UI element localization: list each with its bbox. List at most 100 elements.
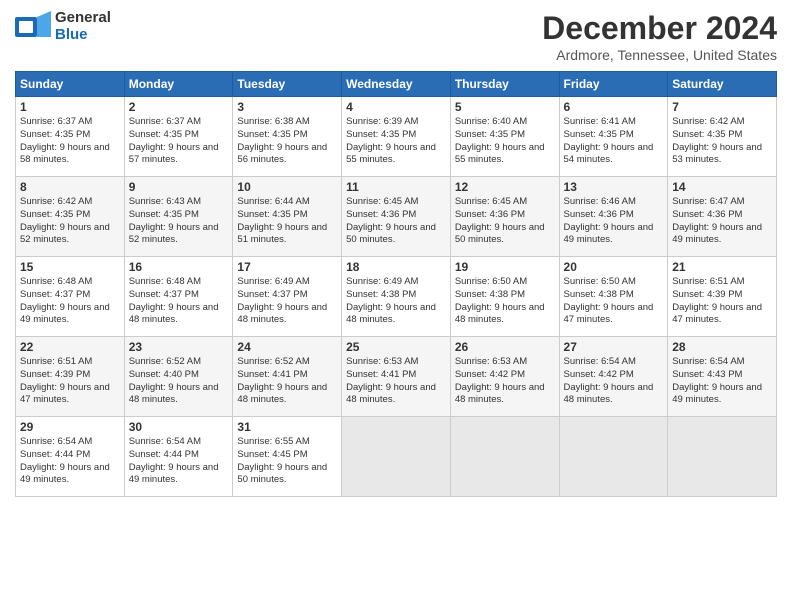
logo: General Blue <box>15 10 111 43</box>
cell-info: Sunrise: 6:41 AMSunset: 4:35 PMDaylight:… <box>564 116 654 165</box>
calendar-cell: 8 Sunrise: 6:42 AMSunset: 4:35 PMDayligh… <box>16 177 125 257</box>
calendar-cell: 25 Sunrise: 6:53 AMSunset: 4:41 PMDaylig… <box>342 337 451 417</box>
day-number: 30 <box>129 420 229 434</box>
day-number: 16 <box>129 260 229 274</box>
calendar-week-row: 22 Sunrise: 6:51 AMSunset: 4:39 PMDaylig… <box>16 337 777 417</box>
day-number: 5 <box>455 100 555 114</box>
cell-info: Sunrise: 6:42 AMSunset: 4:35 PMDaylight:… <box>20 196 110 245</box>
calendar-body: 1 Sunrise: 6:37 AMSunset: 4:35 PMDayligh… <box>16 97 777 497</box>
calendar-cell: 12 Sunrise: 6:45 AMSunset: 4:36 PMDaylig… <box>450 177 559 257</box>
cell-info: Sunrise: 6:53 AMSunset: 4:41 PMDaylight:… <box>346 356 436 405</box>
cell-info: Sunrise: 6:54 AMSunset: 4:44 PMDaylight:… <box>20 436 110 485</box>
calendar-cell: 17 Sunrise: 6:49 AMSunset: 4:37 PMDaylig… <box>233 257 342 337</box>
calendar-cell: 21 Sunrise: 6:51 AMSunset: 4:39 PMDaylig… <box>668 257 777 337</box>
day-number: 4 <box>346 100 446 114</box>
day-number: 31 <box>237 420 337 434</box>
day-number: 11 <box>346 180 446 194</box>
day-number: 1 <box>20 100 120 114</box>
calendar-cell: 22 Sunrise: 6:51 AMSunset: 4:39 PMDaylig… <box>16 337 125 417</box>
day-number: 24 <box>237 340 337 354</box>
calendar-table: Sunday Monday Tuesday Wednesday Thursday… <box>15 71 777 497</box>
day-number: 9 <box>129 180 229 194</box>
calendar-cell <box>450 417 559 497</box>
header-row: Sunday Monday Tuesday Wednesday Thursday… <box>16 72 777 97</box>
cell-info: Sunrise: 6:45 AMSunset: 4:36 PMDaylight:… <box>455 196 545 245</box>
cell-info: Sunrise: 6:54 AMSunset: 4:43 PMDaylight:… <box>672 356 762 405</box>
calendar-cell: 15 Sunrise: 6:48 AMSunset: 4:37 PMDaylig… <box>16 257 125 337</box>
calendar-cell: 19 Sunrise: 6:50 AMSunset: 4:38 PMDaylig… <box>450 257 559 337</box>
logo-blue: Blue <box>55 27 111 44</box>
cell-info: Sunrise: 6:45 AMSunset: 4:36 PMDaylight:… <box>346 196 436 245</box>
day-number: 19 <box>455 260 555 274</box>
day-number: 10 <box>237 180 337 194</box>
calendar-cell: 27 Sunrise: 6:54 AMSunset: 4:42 PMDaylig… <box>559 337 668 417</box>
cell-info: Sunrise: 6:47 AMSunset: 4:36 PMDaylight:… <box>672 196 762 245</box>
cell-info: Sunrise: 6:38 AMSunset: 4:35 PMDaylight:… <box>237 116 327 165</box>
calendar-cell: 14 Sunrise: 6:47 AMSunset: 4:36 PMDaylig… <box>668 177 777 257</box>
calendar-cell: 4 Sunrise: 6:39 AMSunset: 4:35 PMDayligh… <box>342 97 451 177</box>
calendar-cell: 9 Sunrise: 6:43 AMSunset: 4:35 PMDayligh… <box>124 177 233 257</box>
calendar-cell: 6 Sunrise: 6:41 AMSunset: 4:35 PMDayligh… <box>559 97 668 177</box>
col-monday: Monday <box>124 72 233 97</box>
cell-info: Sunrise: 6:46 AMSunset: 4:36 PMDaylight:… <box>564 196 654 245</box>
calendar-cell: 3 Sunrise: 6:38 AMSunset: 4:35 PMDayligh… <box>233 97 342 177</box>
day-number: 21 <box>672 260 772 274</box>
calendar-cell: 13 Sunrise: 6:46 AMSunset: 4:36 PMDaylig… <box>559 177 668 257</box>
calendar-cell <box>342 417 451 497</box>
cell-info: Sunrise: 6:48 AMSunset: 4:37 PMDaylight:… <box>20 276 110 325</box>
cell-info: Sunrise: 6:49 AMSunset: 4:37 PMDaylight:… <box>237 276 327 325</box>
cell-info: Sunrise: 6:37 AMSunset: 4:35 PMDaylight:… <box>129 116 219 165</box>
main-container: General Blue December 2024 Ardmore, Tenn… <box>0 0 792 507</box>
col-wednesday: Wednesday <box>342 72 451 97</box>
calendar-cell: 11 Sunrise: 6:45 AMSunset: 4:36 PMDaylig… <box>342 177 451 257</box>
calendar-cell: 1 Sunrise: 6:37 AMSunset: 4:35 PMDayligh… <box>16 97 125 177</box>
calendar-cell: 23 Sunrise: 6:52 AMSunset: 4:40 PMDaylig… <box>124 337 233 417</box>
day-number: 13 <box>564 180 664 194</box>
calendar-cell: 29 Sunrise: 6:54 AMSunset: 4:44 PMDaylig… <box>16 417 125 497</box>
cell-info: Sunrise: 6:52 AMSunset: 4:40 PMDaylight:… <box>129 356 219 405</box>
calendar-cell: 28 Sunrise: 6:54 AMSunset: 4:43 PMDaylig… <box>668 337 777 417</box>
calendar-week-row: 8 Sunrise: 6:42 AMSunset: 4:35 PMDayligh… <box>16 177 777 257</box>
day-number: 12 <box>455 180 555 194</box>
calendar-cell: 30 Sunrise: 6:54 AMSunset: 4:44 PMDaylig… <box>124 417 233 497</box>
cell-info: Sunrise: 6:37 AMSunset: 4:35 PMDaylight:… <box>20 116 110 165</box>
col-sunday: Sunday <box>16 72 125 97</box>
day-number: 7 <box>672 100 772 114</box>
col-saturday: Saturday <box>668 72 777 97</box>
calendar-week-row: 29 Sunrise: 6:54 AMSunset: 4:44 PMDaylig… <box>16 417 777 497</box>
title-area: December 2024 Ardmore, Tennessee, United… <box>542 10 777 63</box>
day-number: 23 <box>129 340 229 354</box>
calendar-cell: 24 Sunrise: 6:52 AMSunset: 4:41 PMDaylig… <box>233 337 342 417</box>
day-number: 27 <box>564 340 664 354</box>
cell-info: Sunrise: 6:48 AMSunset: 4:37 PMDaylight:… <box>129 276 219 325</box>
day-number: 25 <box>346 340 446 354</box>
location: Ardmore, Tennessee, United States <box>542 47 777 63</box>
cell-info: Sunrise: 6:44 AMSunset: 4:35 PMDaylight:… <box>237 196 327 245</box>
cell-info: Sunrise: 6:51 AMSunset: 4:39 PMDaylight:… <box>672 276 762 325</box>
cell-info: Sunrise: 6:54 AMSunset: 4:44 PMDaylight:… <box>129 436 219 485</box>
cell-info: Sunrise: 6:53 AMSunset: 4:42 PMDaylight:… <box>455 356 545 405</box>
calendar-cell: 10 Sunrise: 6:44 AMSunset: 4:35 PMDaylig… <box>233 177 342 257</box>
header: General Blue December 2024 Ardmore, Tenn… <box>15 10 777 63</box>
day-number: 6 <box>564 100 664 114</box>
calendar-cell: 18 Sunrise: 6:49 AMSunset: 4:38 PMDaylig… <box>342 257 451 337</box>
day-number: 14 <box>672 180 772 194</box>
calendar-cell: 5 Sunrise: 6:40 AMSunset: 4:35 PMDayligh… <box>450 97 559 177</box>
cell-info: Sunrise: 6:43 AMSunset: 4:35 PMDaylight:… <box>129 196 219 245</box>
logo-general: General <box>55 10 111 27</box>
calendar-cell: 2 Sunrise: 6:37 AMSunset: 4:35 PMDayligh… <box>124 97 233 177</box>
calendar-cell: 26 Sunrise: 6:53 AMSunset: 4:42 PMDaylig… <box>450 337 559 417</box>
calendar-cell: 7 Sunrise: 6:42 AMSunset: 4:35 PMDayligh… <box>668 97 777 177</box>
day-number: 3 <box>237 100 337 114</box>
day-number: 8 <box>20 180 120 194</box>
calendar-week-row: 15 Sunrise: 6:48 AMSunset: 4:37 PMDaylig… <box>16 257 777 337</box>
calendar-cell <box>559 417 668 497</box>
cell-info: Sunrise: 6:55 AMSunset: 4:45 PMDaylight:… <box>237 436 327 485</box>
cell-info: Sunrise: 6:40 AMSunset: 4:35 PMDaylight:… <box>455 116 545 165</box>
day-number: 29 <box>20 420 120 434</box>
cell-info: Sunrise: 6:51 AMSunset: 4:39 PMDaylight:… <box>20 356 110 405</box>
calendar-cell: 20 Sunrise: 6:50 AMSunset: 4:38 PMDaylig… <box>559 257 668 337</box>
cell-info: Sunrise: 6:49 AMSunset: 4:38 PMDaylight:… <box>346 276 436 325</box>
col-tuesday: Tuesday <box>233 72 342 97</box>
day-number: 22 <box>20 340 120 354</box>
